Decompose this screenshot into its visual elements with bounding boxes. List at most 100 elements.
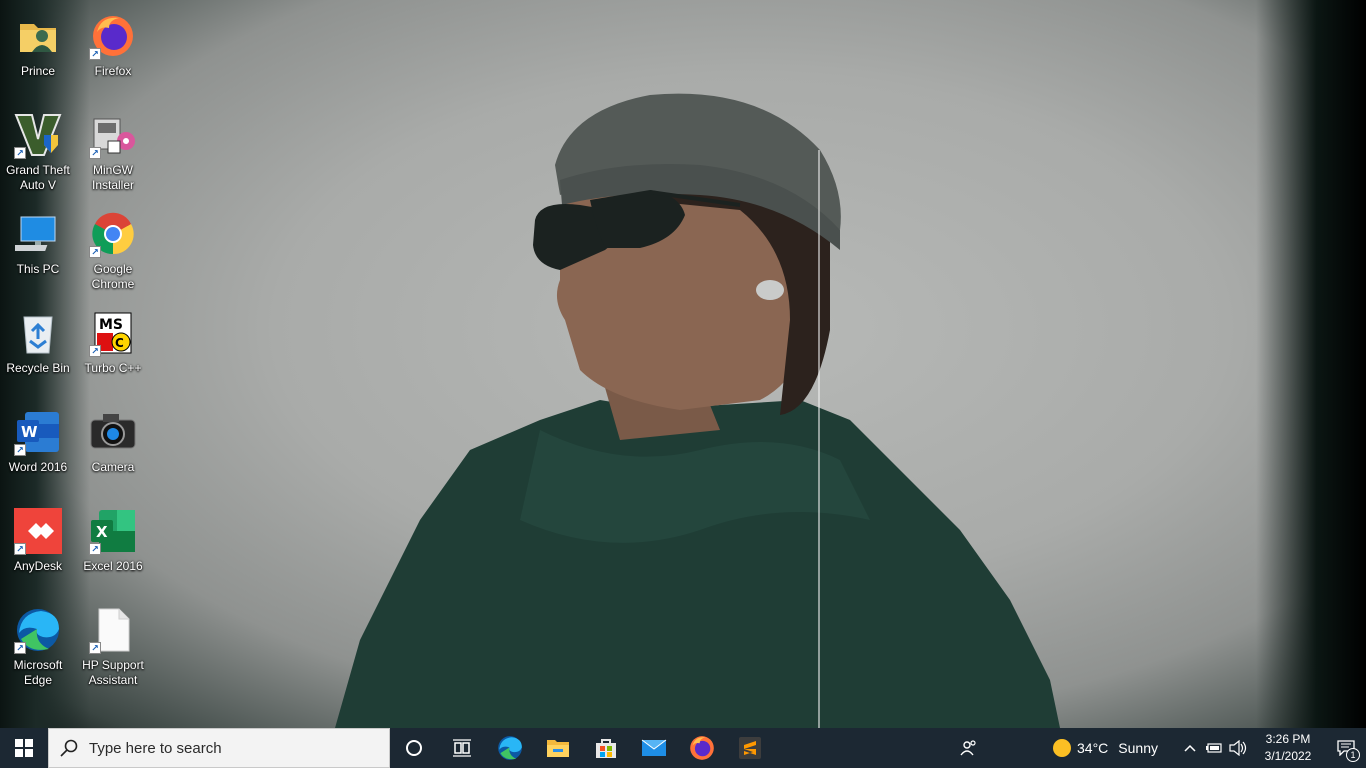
- document-icon: ↗: [89, 606, 137, 654]
- desktop-icon-label: Word 2016: [8, 460, 68, 474]
- weather-temperature: 34°C: [1077, 740, 1109, 756]
- people-icon: [960, 740, 976, 756]
- edge-icon: [498, 736, 522, 760]
- desktop-icon-recycle-bin[interactable]: Recycle Bin: [0, 303, 76, 395]
- mingw-installer-icon: ↗: [89, 111, 137, 159]
- shortcut-arrow-icon: ↗: [14, 543, 26, 555]
- task-view-button[interactable]: [438, 728, 486, 768]
- desktop-icon-turbo-cpp[interactable]: MS C ↗ Turbo C++: [75, 303, 151, 395]
- shortcut-arrow-icon: ↗: [89, 48, 101, 60]
- taskbar-sublime-button[interactable]: [726, 728, 774, 768]
- desktop-icon-this-pc[interactable]: This PC: [0, 204, 76, 296]
- task-view-icon: [453, 739, 471, 757]
- desktop-icon-anydesk[interactable]: ↗ AnyDesk: [0, 501, 76, 593]
- chrome-icon: ↗: [89, 210, 137, 258]
- people-button[interactable]: [945, 728, 993, 768]
- desktop-icon-label: This PC: [16, 262, 60, 276]
- clock-time: 3:26 PM: [1265, 732, 1311, 746]
- weather-condition: Sunny: [1118, 740, 1158, 756]
- mail-icon: [641, 739, 667, 756]
- gta-v-icon: ↗: [14, 111, 62, 159]
- taskbar-edge-button[interactable]: [486, 728, 534, 768]
- desktop-icon-grid: Prince ↗ Firefox ↗ Grand Theft Auto V ↗ …: [0, 0, 160, 728]
- desktop-icon-word-2016[interactable]: W ↗ Word 2016: [0, 402, 76, 494]
- desktop-icon-label: HP Support Assistant: [82, 658, 144, 687]
- taskbar-search-box[interactable]: [48, 728, 390, 768]
- shortcut-arrow-icon: ↗: [14, 444, 26, 456]
- desktop-icon-excel-2016[interactable]: X ↗ Excel 2016: [75, 501, 151, 593]
- excel-icon: X ↗: [89, 507, 137, 555]
- edge-icon: ↗: [14, 606, 62, 654]
- shortcut-arrow-icon: ↗: [89, 147, 101, 159]
- windows-logo-icon: [15, 739, 33, 757]
- battery-icon: [1206, 743, 1222, 753]
- desktop-icon-label: Excel 2016: [83, 559, 143, 573]
- desktop-icon-gta-v[interactable]: ↗ Grand Theft Auto V: [0, 105, 76, 197]
- desktop-icon-microsoft-edge[interactable]: ↗ Microsoft Edge: [0, 600, 76, 692]
- svg-text:MS: MS: [99, 317, 123, 333]
- chevron-up-icon: [1184, 744, 1196, 752]
- user-folder-icon: [14, 12, 62, 60]
- computer-icon: [14, 210, 62, 258]
- anydesk-icon: ↗: [14, 507, 62, 555]
- action-center-button[interactable]: 1: [1326, 728, 1366, 768]
- svg-text:C: C: [115, 336, 124, 350]
- taskbar-store-button[interactable]: [582, 728, 630, 768]
- desktop-icon-google-chrome[interactable]: ↗ Google Chrome: [75, 204, 151, 296]
- desktop-wallpaper: [0, 0, 1366, 728]
- battery-button[interactable]: [1202, 728, 1226, 768]
- speaker-icon: [1229, 740, 1247, 756]
- wallpaper-photo: [335, 93, 1060, 728]
- svg-text:X: X: [96, 523, 108, 541]
- taskbar-file-explorer-button[interactable]: [534, 728, 582, 768]
- svg-text:W: W: [21, 423, 38, 441]
- desktop-icon-label: Camera: [91, 460, 135, 474]
- shortcut-arrow-icon: ↗: [89, 642, 101, 654]
- clock-date: 3/1/2022: [1264, 749, 1312, 763]
- taskbar-clock[interactable]: 3:26 PM 3/1/2022: [1250, 731, 1326, 765]
- shortcut-arrow-icon: ↗: [14, 147, 26, 159]
- taskbar-mail-button[interactable]: [630, 728, 678, 768]
- system-tray: 34°C Sunny 3:26 PM 3/1/2022 1: [945, 728, 1366, 768]
- desktop-icon-label: MinGW Installer: [91, 163, 135, 192]
- search-input[interactable]: [89, 739, 379, 757]
- desktop-icon-camera[interactable]: Camera: [75, 402, 151, 494]
- desktop-icon-label: AnyDesk: [13, 559, 63, 573]
- shortcut-arrow-icon: ↗: [89, 345, 101, 357]
- desktop-icon-mingw-installer[interactable]: ↗ MinGW Installer: [75, 105, 151, 197]
- volume-button[interactable]: [1226, 728, 1250, 768]
- taskbar-firefox-button[interactable]: [678, 728, 726, 768]
- show-hidden-icons-button[interactable]: [1178, 728, 1202, 768]
- taskbar: 34°C Sunny 3:26 PM 3/1/2022 1: [0, 728, 1366, 768]
- desktop-icon-label: Firefox: [94, 64, 132, 78]
- start-button[interactable]: [0, 728, 48, 768]
- wallpaper-vignette-right: [1256, 0, 1366, 728]
- wallpaper-scratch: [818, 150, 820, 728]
- turbo-cpp-icon: MS C ↗: [89, 309, 137, 357]
- microsoft-store-icon: [596, 739, 616, 758]
- sublime-text-icon: [739, 737, 761, 759]
- cortana-icon: [406, 740, 422, 756]
- desktop-icon-label: Microsoft Edge: [13, 658, 63, 687]
- camera-icon: [89, 408, 137, 456]
- desktop-icon-label: Turbo C++: [84, 361, 142, 375]
- weather-widget[interactable]: 34°C Sunny: [1053, 739, 1158, 757]
- desktop-icon-label: Grand Theft Auto V: [6, 163, 70, 192]
- desktop-icon-label: Google Chrome: [91, 262, 135, 291]
- sun-icon: [1053, 739, 1072, 757]
- word-icon: W ↗: [14, 408, 62, 456]
- search-icon: [49, 739, 89, 757]
- desktop-icon-hp-support-assistant[interactable]: ↗ HP Support Assistant: [75, 600, 151, 692]
- shortcut-arrow-icon: ↗: [14, 642, 26, 654]
- desktop-icon-label: Recycle Bin: [6, 361, 70, 375]
- notification-count-badge: 1: [1346, 748, 1360, 762]
- file-explorer-icon: [547, 740, 569, 757]
- firefox-icon: [690, 736, 714, 760]
- shortcut-arrow-icon: ↗: [89, 543, 101, 555]
- shortcut-arrow-icon: ↗: [89, 246, 101, 258]
- cortana-button[interactable]: [390, 728, 438, 768]
- recycle-bin-icon: [14, 309, 62, 357]
- desktop-icon-label: Prince: [20, 64, 55, 78]
- desktop-icon-prince[interactable]: Prince: [0, 6, 76, 98]
- desktop-icon-firefox[interactable]: ↗ Firefox: [75, 6, 151, 98]
